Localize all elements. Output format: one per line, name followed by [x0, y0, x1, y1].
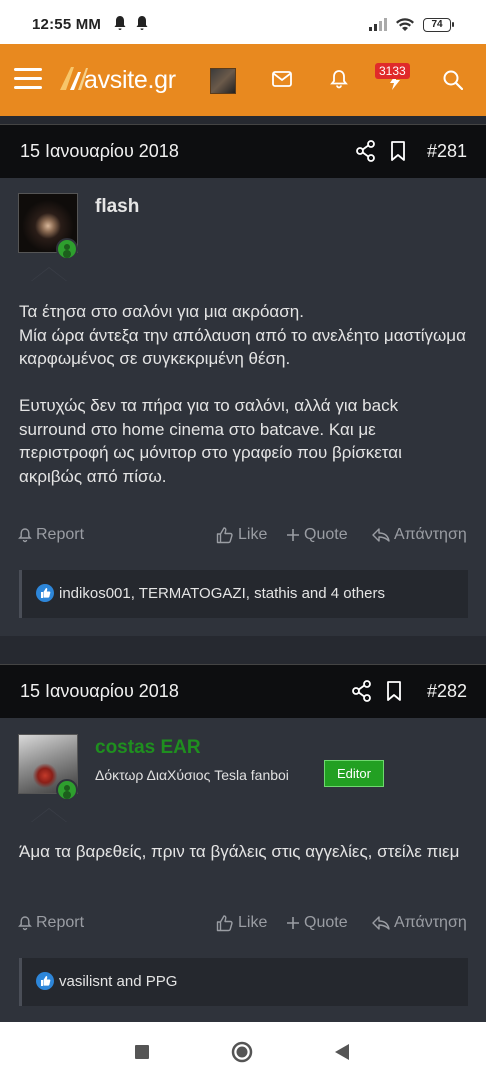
username[interactable]: flash	[95, 196, 139, 218]
share-icon[interactable]	[356, 140, 376, 162]
recents-square-icon[interactable]	[134, 1044, 150, 1060]
quote-button[interactable]: Quote	[286, 914, 348, 932]
post-paragraph: Άμα τα βαρεθείς, πριν τα βγάλεις στις αγ…	[19, 842, 460, 861]
report-bell-icon	[18, 528, 32, 543]
mail-icon[interactable]	[272, 71, 292, 87]
post-paragraph: Τα έτησα στο σαλόνι για μια ακρόαση. Μία…	[19, 302, 466, 368]
like-reaction-icon	[36, 972, 54, 990]
post-date[interactable]: 15 Ιανουαρίου 2018	[20, 681, 179, 702]
post-actions: Report Like Quote Απάντηση	[0, 914, 486, 938]
reply-icon	[372, 528, 390, 542]
reply-icon	[372, 916, 390, 930]
status-time: 12:55 MM	[32, 16, 102, 33]
status-bar: 12:55 MM 74	[0, 0, 486, 44]
plus-icon	[287, 917, 299, 929]
username[interactable]: costas EAR	[95, 737, 201, 759]
reply-button[interactable]: Απάντηση	[372, 526, 467, 544]
post-divider	[0, 636, 486, 664]
thumbs-up-icon	[216, 915, 233, 932]
bookmark-icon[interactable]	[386, 680, 402, 702]
plus-icon	[287, 529, 299, 541]
share-icon[interactable]	[352, 680, 372, 702]
message-arrow	[31, 808, 67, 822]
post-number[interactable]: #282	[427, 681, 467, 702]
like-reaction-icon	[36, 584, 54, 602]
wifi-icon	[396, 18, 414, 31]
online-status-icon	[56, 779, 78, 801]
system-navigation-bar	[0, 1022, 486, 1080]
reactions-bar[interactable]: indikos001, TERMATOGAZI, stathis and 4 o…	[19, 570, 468, 618]
top-navbar: avsite.gr 3133	[0, 44, 486, 116]
reply-button[interactable]: Απάντηση	[372, 914, 467, 932]
post-header: 15 Ιανουαρίου 2018 #281	[0, 124, 486, 178]
thumbs-up-icon	[216, 527, 233, 544]
post-paragraph: Ευτυχώς δεν τα πήρα για το σαλόνι, αλλά …	[19, 396, 402, 486]
quote-button[interactable]: Quote	[286, 526, 348, 544]
like-button[interactable]: Like	[216, 914, 267, 932]
online-status-icon	[56, 238, 78, 260]
message-arrow	[31, 267, 67, 281]
post-number[interactable]: #281	[427, 141, 467, 162]
bookmark-icon[interactable]	[390, 140, 406, 162]
user-title: Δόκτωρ ΔιαΧύσιος Tesla fanboi	[95, 767, 289, 783]
search-icon[interactable]	[443, 70, 463, 90]
report-button[interactable]: Report	[18, 914, 84, 932]
notification-bell-icon	[136, 16, 148, 30]
post-281: 15 Ιανουαρίου 2018 #281 flash Τα έτησα σ…	[0, 124, 486, 636]
reactions-text[interactable]: indikos001, TERMATOGAZI, stathis and 4 o…	[59, 585, 385, 602]
like-button[interactable]: Like	[216, 526, 267, 544]
spacer	[0, 116, 486, 124]
menu-icon[interactable]	[14, 68, 42, 90]
reactions-text[interactable]: vasilisnt and PPG	[59, 973, 177, 990]
report-button[interactable]: Report	[18, 526, 84, 544]
report-bell-icon	[18, 916, 32, 931]
editor-badge: Editor	[324, 760, 384, 787]
user-avatar[interactable]	[210, 68, 236, 94]
post-content: Άμα τα βαρεθείς, πριν τα βγάλεις στις αγ…	[19, 840, 469, 887]
signal-icon	[369, 18, 387, 31]
post-282: 15 Ιανουαρίου 2018 #282 costas EAR Δόκτω…	[0, 664, 486, 1022]
post-content: Τα έτησα στο σαλόνι για μια ακρόαση. Μία…	[19, 300, 469, 512]
battery-indicator: 74	[423, 18, 454, 32]
post-actions: Report Like Quote Απάντηση	[0, 526, 486, 550]
post-date[interactable]: 15 Ιανουαρίου 2018	[20, 141, 179, 162]
bell-icon[interactable]	[330, 69, 348, 89]
site-logo-text[interactable]: avsite.gr	[84, 66, 176, 95]
home-circle-icon[interactable]	[230, 1040, 254, 1064]
notification-bell-icon	[114, 16, 126, 30]
back-triangle-icon[interactable]	[334, 1043, 350, 1061]
post-header: 15 Ιανουαρίου 2018 #282	[0, 664, 486, 718]
reactions-bar[interactable]: vasilisnt and PPG	[19, 958, 468, 1006]
alerts-count-badge[interactable]: 3133	[375, 63, 410, 79]
